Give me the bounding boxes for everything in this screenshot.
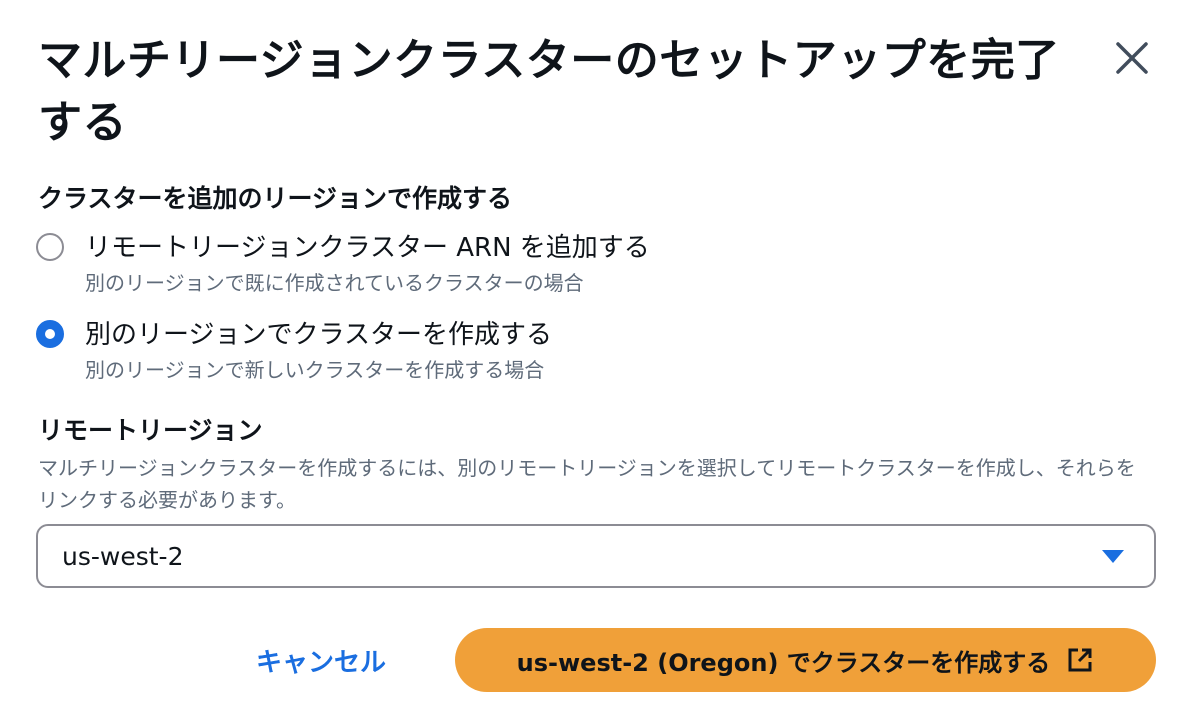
remote-region-value: us-west-2 <box>62 541 184 571</box>
setup-modal: マルチリージョンクラスターのセットアップを完了する クラスターを追加のリージョン… <box>0 0 1194 722</box>
radio-option-add-arn[interactable]: リモートリージョンクラスター ARN を追加する 別のリージョンで既に作成されて… <box>36 232 650 298</box>
remote-region-select[interactable]: us-west-2 <box>36 524 1156 588</box>
radio-option-description: 別のリージョンで新しいクラスターを作成する場合 <box>85 358 545 382</box>
create-cluster-button-label: us-west-2 (Oregon) でクラスターを作成する <box>516 648 1051 677</box>
cancel-button[interactable]: キャンセル <box>240 628 402 692</box>
remote-region-label: リモートリージョン <box>38 416 263 445</box>
radio-button-add-arn[interactable] <box>36 233 64 261</box>
modal-title: マルチリージョンクラスターのセットアップを完了する <box>38 35 1060 148</box>
radio-button-create-cluster[interactable] <box>36 320 64 348</box>
radio-option-label: リモートリージョンクラスター ARN を追加する <box>85 233 650 263</box>
create-cluster-button[interactable]: us-west-2 (Oregon) でクラスターを作成する <box>455 628 1156 692</box>
caret-down-icon <box>1102 549 1124 563</box>
close-icon <box>1116 42 1148 74</box>
cluster-creation-label: クラスターを追加のリージョンで作成する <box>38 184 513 213</box>
external-link-icon <box>1066 646 1094 674</box>
remote-region-description: マルチリージョンクラスターを作成するには、別のリモートリージョンを選択してリモー… <box>38 456 1136 512</box>
radio-option-description: 別のリージョンで既に作成されているクラスターの場合 <box>85 271 584 295</box>
close-button[interactable] <box>1108 34 1156 82</box>
radio-option-create-cluster[interactable]: 別のリージョンでクラスターを作成する 別のリージョンで新しいクラスターを作成する… <box>36 319 552 385</box>
radio-option-label: 別のリージョンでクラスターを作成する <box>85 320 552 350</box>
